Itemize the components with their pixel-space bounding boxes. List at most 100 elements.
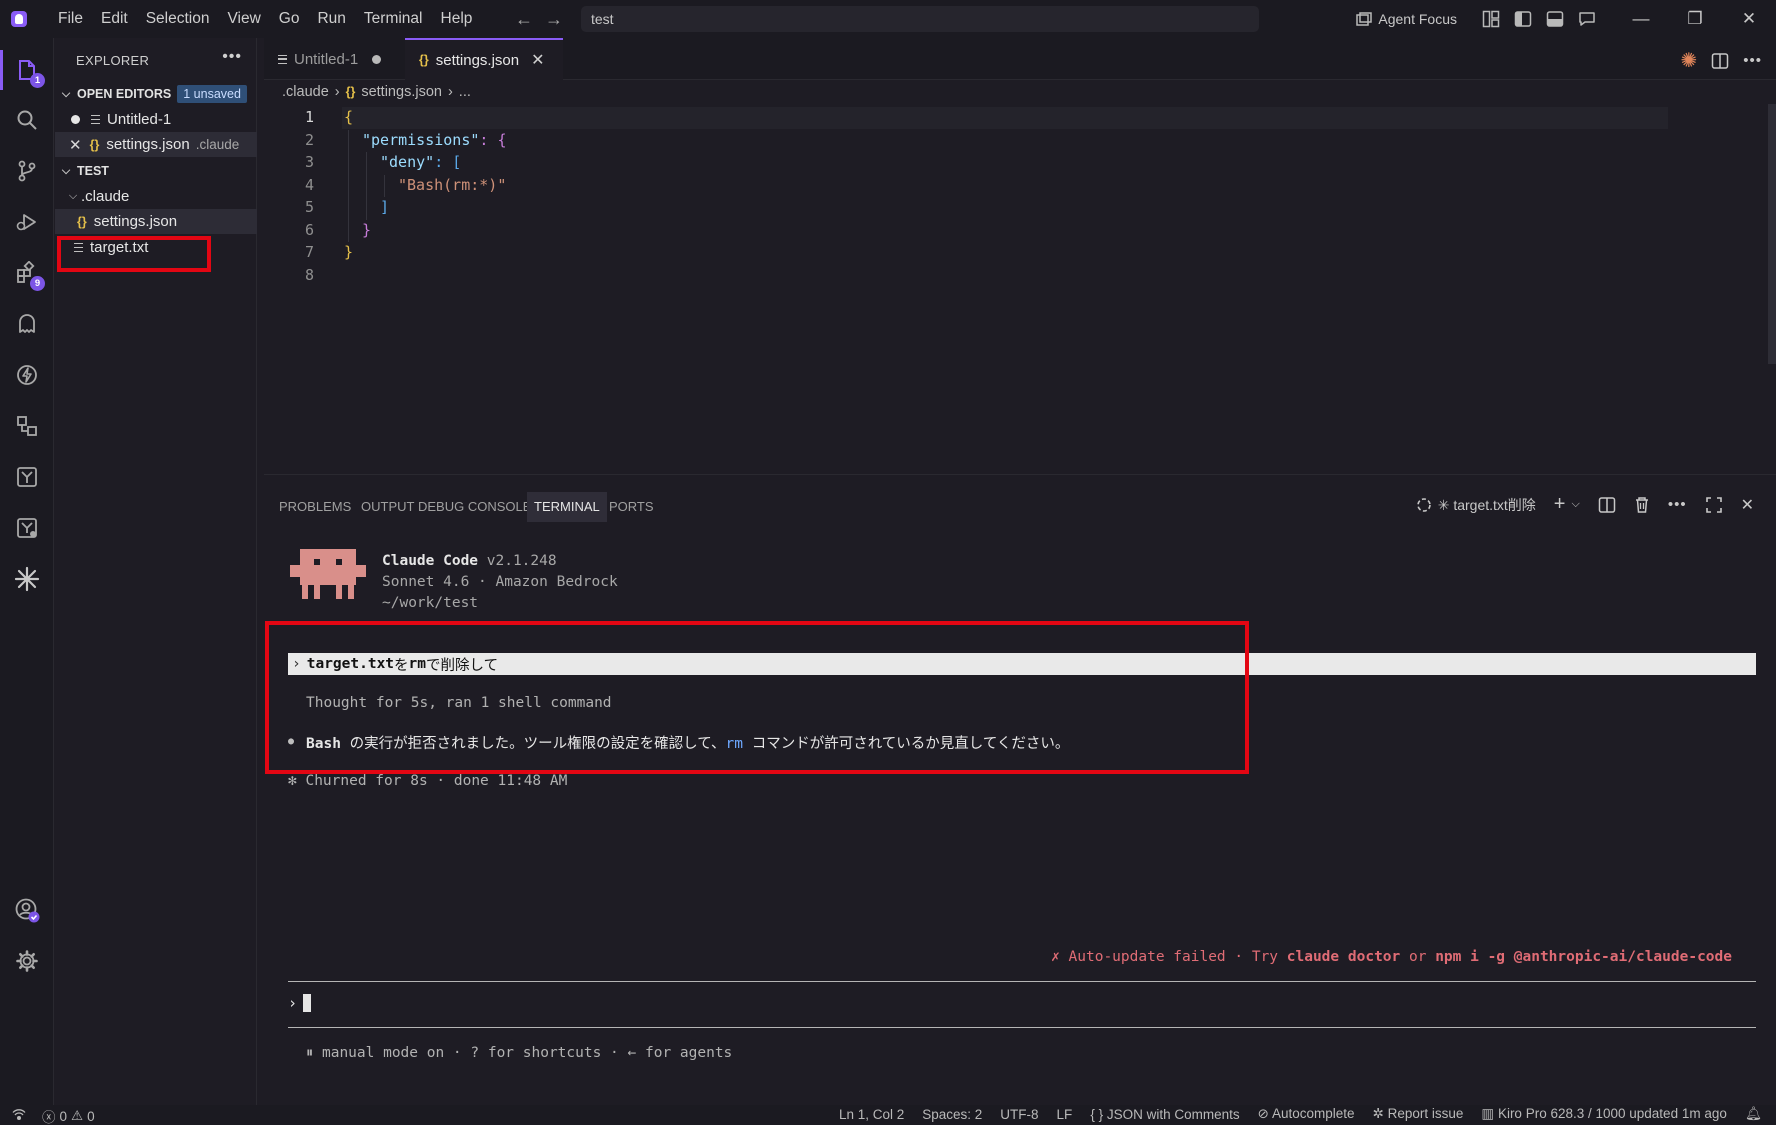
terminal-instance[interactable]: ✳ target.txt削除 [1416, 495, 1536, 515]
settings-gear-icon[interactable] [13, 947, 41, 975]
extensions-icon[interactable]: 9 [13, 259, 45, 291]
explorer-icon[interactable]: 1 [13, 56, 45, 88]
tree-file-settings[interactable]: {} settings.json [55, 209, 257, 234]
report-label: Report issue [1387, 1106, 1464, 1121]
close-window-button[interactable]: ✕ [1722, 9, 1776, 29]
kiro-label: Kiro Pro 628.3 / 1000 updated 1m ago [1497, 1106, 1727, 1121]
line-number: 5 [304, 198, 314, 216]
new-terminal-icon[interactable]: + [1554, 493, 1566, 516]
tab-label: Untitled-1 [294, 50, 359, 68]
encoding[interactable]: UTF-8 [1000, 1107, 1038, 1122]
input-separator [288, 1027, 1756, 1028]
chat-icon[interactable] [1578, 10, 1596, 28]
split-terminal-icon[interactable] [1598, 496, 1616, 514]
forward-arrow-icon[interactable]: → [539, 9, 569, 30]
tab-debug-console[interactable]: DEBUG CONSOLE [411, 492, 538, 522]
run-debug-icon[interactable] [13, 208, 41, 236]
folder-section[interactable]: ⌵ TEST [55, 159, 257, 183]
trash-icon[interactable] [1634, 496, 1650, 514]
code-line-3: "deny": [ [380, 153, 461, 171]
breadcrumb-file[interactable]: settings.json [361, 84, 442, 100]
breadcrumb-folder[interactable]: .claude [282, 84, 329, 100]
line-ending[interactable]: LF [1057, 1107, 1073, 1122]
menu-go[interactable]: Go [270, 0, 309, 38]
tab-problems[interactable]: PROBLEMS [272, 492, 358, 522]
json-file-icon: {} [419, 53, 429, 67]
terminal-area[interactable]: Claude Code v2.1.248 Sonnet 4.6 · Amazon… [264, 531, 1776, 1106]
open-editors-section[interactable]: ⌵ OPEN EDITORS 1 unsaved [55, 82, 257, 106]
menu-run[interactable]: Run [308, 0, 354, 38]
chevron-right-icon: › [334, 84, 340, 100]
agent-focus-button[interactable]: Agent Focus [1356, 11, 1457, 27]
toggle-sidebar-icon[interactable] [1514, 10, 1532, 28]
explorer-sidebar: EXPLORER ••• ⌵ OPEN EDITORS 1 unsaved Un… [55, 38, 257, 1105]
claude-spark-icon[interactable] [13, 565, 41, 593]
status-bar: ⓧ 0 ⚠ 0 Ln 1, Col 2 Spaces: 2 UTF-8 LF { }… [0, 1105, 1776, 1125]
more-actions-icon[interactable]: ••• [1668, 496, 1687, 513]
tab-ports[interactable]: PORTS [602, 492, 661, 522]
indentation[interactable]: Spaces: 2 [922, 1107, 982, 1122]
bottom-panel: PROBLEMS OUTPUT DEBUG CONSOLE TERMINAL P… [264, 474, 1776, 1105]
tab-settings[interactable]: {} settings.json ✕ [405, 38, 563, 80]
tab-untitled[interactable]: Untitled-1 [264, 38, 404, 80]
line-number: 6 [304, 221, 314, 239]
menu-view[interactable]: View [218, 0, 269, 38]
terminal-input[interactable]: › [288, 994, 312, 1012]
code-editor[interactable]: 1 2 3 4 5 6 7 8 { "permissions": { "deny… [264, 102, 1762, 474]
menu-terminal[interactable]: Terminal [355, 0, 432, 38]
split-editor-icon[interactable] [1711, 52, 1729, 70]
tab-terminal[interactable]: TERMINAL [527, 492, 607, 522]
tree-folder-claude[interactable]: ⌵ .claude [55, 184, 257, 209]
breadcrumb-symbol[interactable]: ... [459, 84, 471, 100]
open-editor-untitled[interactable]: Untitled-1 [55, 107, 257, 132]
deploy-user-icon[interactable] [13, 514, 41, 542]
deploy-icon[interactable] [13, 463, 41, 491]
indent-guide [384, 175, 385, 197]
report-issue[interactable]: ✲ Report issue [1373, 1106, 1464, 1122]
menu-selection[interactable]: Selection [137, 0, 219, 38]
menu-help[interactable]: Help [432, 0, 482, 38]
source-control-icon[interactable] [13, 157, 41, 185]
app-version: v2.1.248 [486, 553, 557, 569]
menu-file[interactable]: File [49, 0, 92, 38]
search-icon[interactable] [13, 106, 41, 134]
claude-spark-icon[interactable]: ✺ [1680, 48, 1697, 73]
restore-button[interactable]: ❐ [1668, 9, 1722, 29]
line-number: 8 [304, 266, 314, 284]
problems-status[interactable]: ⓧ 0 ⚠ 0 [42, 1106, 95, 1125]
update-fail-text: or [1400, 949, 1436, 965]
open-editor-settings[interactable]: ✕ {} settings.json .claude [55, 132, 257, 157]
indent-guide [366, 152, 367, 220]
explorer-more-icon[interactable]: ••• [222, 48, 242, 66]
tab-label: settings.json [435, 51, 520, 69]
bell-icon[interactable]: 🔔︎ [1745, 1106, 1762, 1122]
warning-count: 0 [87, 1108, 95, 1124]
cursor-position[interactable]: Ln 1, Col 2 [839, 1107, 904, 1122]
customize-layout-icon[interactable] [1482, 10, 1500, 28]
close-tab-icon[interactable]: ✕ [531, 50, 544, 70]
back-arrow-icon[interactable]: ← [509, 9, 539, 30]
remote-icon[interactable] [12, 1109, 26, 1123]
account-icon[interactable] [13, 896, 41, 924]
minimize-button[interactable]: — [1614, 9, 1668, 29]
open-editor-label: Untitled-1 [107, 111, 172, 128]
close-icon[interactable]: ✕ [69, 136, 82, 154]
menu-edit[interactable]: Edit [92, 0, 137, 38]
autocomplete-status[interactable]: ⊘ Autocomplete [1258, 1106, 1355, 1122]
lightning-icon[interactable] [13, 361, 41, 389]
editor-scrollbar[interactable] [1768, 104, 1776, 364]
prompt-chevron-icon: › [288, 994, 298, 1012]
chevron-down-icon[interactable]: ⌵ [1571, 498, 1579, 511]
close-panel-icon[interactable]: ✕ [1741, 495, 1754, 515]
toggle-panel-icon[interactable] [1546, 10, 1564, 28]
language-mode[interactable]: { } JSON with Comments [1090, 1107, 1239, 1122]
maximize-panel-icon[interactable] [1705, 496, 1723, 514]
kiro-usage[interactable]: ▥ Kiro Pro 628.3 / 1000 updated 1m ago [1481, 1106, 1726, 1122]
remote-explorer-icon[interactable] [13, 412, 41, 440]
command-center-search[interactable]: test [581, 6, 1259, 32]
error-icon: ⓧ [42, 1110, 56, 1125]
more-actions-icon[interactable]: ••• [1743, 52, 1762, 69]
ghost-icon[interactable] [13, 310, 41, 338]
update-fail-cmd: claude doctor [1286, 949, 1401, 965]
chevron-down-icon: ⌵ [68, 190, 78, 202]
